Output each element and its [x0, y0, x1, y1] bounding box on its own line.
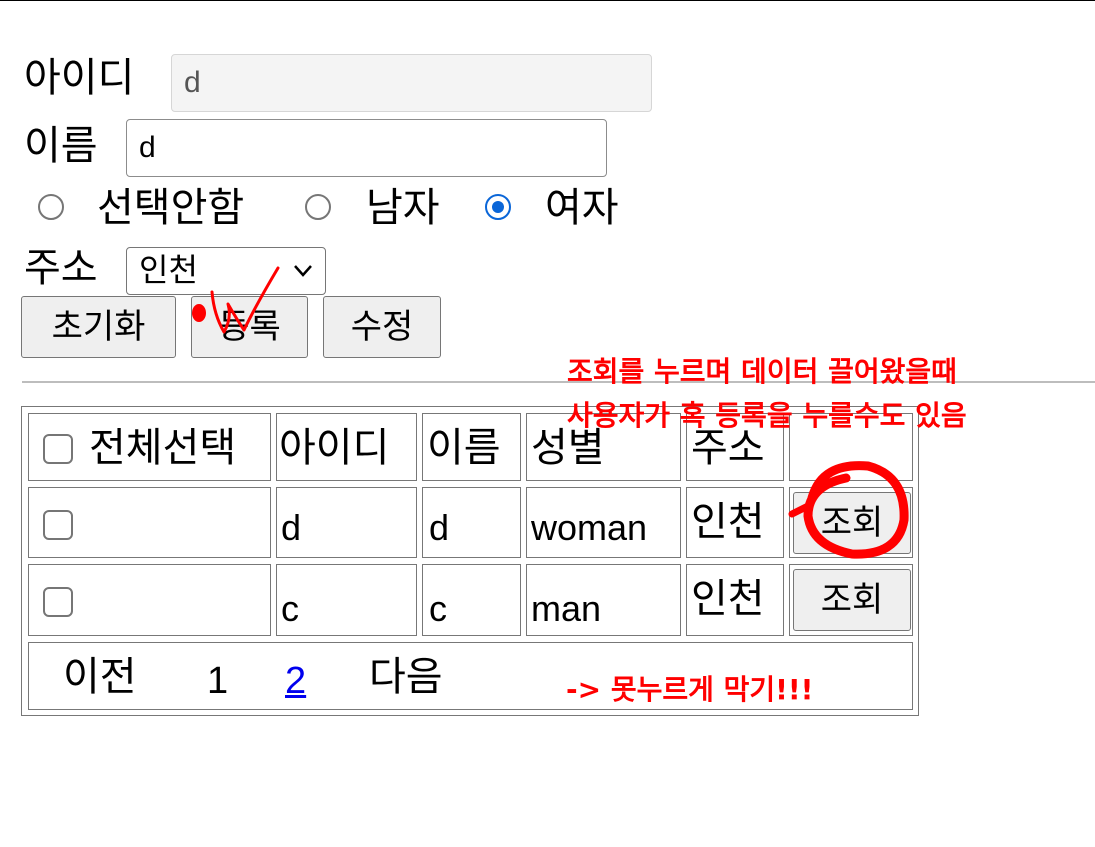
lookup-button[interactable]: 조회 — [793, 492, 911, 554]
header-name-text: 이름 — [427, 425, 501, 471]
address-label: 주소 — [24, 245, 98, 291]
header-select-all: 전체선택 — [28, 413, 271, 481]
row2-address: 인천 — [691, 576, 765, 622]
reset-button[interactable]: 초기화 — [21, 296, 176, 358]
row1-id-cell: d — [276, 487, 417, 558]
row1-action-cell: 조회 — [789, 487, 913, 558]
radio-none[interactable] — [38, 194, 64, 220]
header-name: 이름 — [422, 413, 521, 481]
address-select-value: 인천 — [139, 251, 198, 289]
row2-gender: man — [531, 588, 602, 629]
row2-gender-cell: man — [526, 564, 681, 636]
header-id: 아이디 — [276, 413, 417, 481]
row2-name: c — [429, 588, 447, 629]
row2-id: c — [281, 588, 299, 629]
page-1: 1 — [207, 660, 229, 702]
radio-none-label: 선택안함 — [97, 185, 245, 231]
row-checkbox[interactable] — [43, 587, 73, 617]
row2-action-cell: 조회 — [789, 564, 913, 636]
register-button[interactable]: 등록 — [191, 296, 308, 358]
select-all-checkbox[interactable] — [43, 434, 73, 464]
annotation-note-line2: 사용자가 혹 등록을 누를수도 있음 — [567, 399, 967, 432]
row-checkbox[interactable] — [43, 510, 73, 540]
row2-address-cell: 인천 — [686, 564, 784, 636]
row1-id: d — [281, 507, 302, 548]
radio-female-label: 여자 — [545, 185, 619, 231]
row2-id-cell: c — [276, 564, 417, 636]
row1-gender: woman — [531, 507, 648, 548]
row1-name-cell: d — [422, 487, 521, 558]
id-input[interactable] — [171, 54, 652, 112]
user-table: 전체선택 아이디 이름 성별 주소 d d woman 인천 조회 c c ma… — [21, 406, 919, 716]
radio-female[interactable] — [485, 194, 511, 220]
header-id-text: 아이디 — [279, 425, 390, 471]
row1-gender-cell: woman — [526, 487, 681, 558]
table-row — [28, 487, 271, 558]
prev-page-link[interactable]: 이전 — [63, 655, 137, 699]
radio-male[interactable] — [305, 194, 331, 220]
radio-male-label: 남자 — [366, 185, 440, 231]
row2-name-cell: c — [422, 564, 521, 636]
annotation-note-block: -> 못누르게 막기!!! — [566, 673, 814, 706]
row1-name: d — [429, 507, 450, 548]
address-select[interactable]: 인천 — [126, 247, 326, 295]
annotation-note-line1: 조회를 누르며 데이터 끌어왔을때 — [567, 355, 957, 388]
name-input[interactable] — [126, 119, 607, 177]
lookup-button[interactable]: 조회 — [793, 569, 911, 631]
id-label: 아이디 — [24, 55, 135, 101]
name-label: 이름 — [24, 123, 98, 169]
row1-address: 인천 — [691, 499, 765, 545]
page-2-link[interactable]: 2 — [285, 659, 306, 703]
chevron-down-icon — [294, 265, 312, 277]
modify-button[interactable]: 수정 — [323, 296, 441, 358]
next-page-link[interactable]: 다음 — [369, 655, 443, 699]
select-all-label: 전체선택 — [89, 425, 237, 471]
table-row — [28, 564, 271, 636]
window-top-border — [0, 0, 1095, 1]
row1-address-cell: 인천 — [686, 487, 784, 558]
